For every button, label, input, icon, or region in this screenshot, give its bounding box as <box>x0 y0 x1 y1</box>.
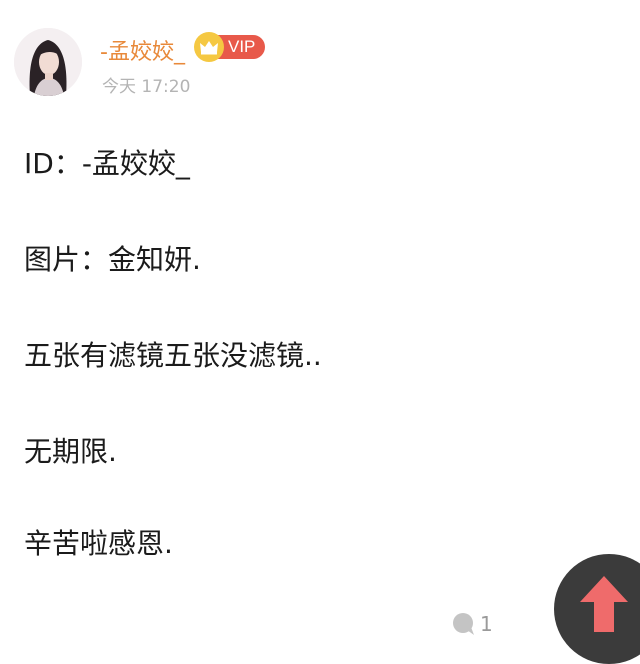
avatar-photo <box>14 28 82 96</box>
post-line-picture: 图片：金知妍. <box>24 243 201 276</box>
avatar[interactable] <box>14 28 82 96</box>
post-header: -孟姣姣_ VIP 今天 17:20 <box>0 0 640 110</box>
comment-bubble-icon <box>453 613 474 635</box>
vip-badge[interactable]: VIP <box>194 32 266 62</box>
post-line-period: 无期限. <box>24 435 117 468</box>
up-arrow-icon <box>580 576 628 632</box>
post-timestamp: 今天 17:20 <box>102 77 191 97</box>
comment-count: 1 <box>480 612 493 636</box>
post-line-filters: 五张有滤镜五张没滤镜.. <box>24 339 322 372</box>
username[interactable]: -孟姣姣_ <box>100 34 185 66</box>
post-line-id: ID：-孟姣姣_ <box>24 147 190 180</box>
crown-icon <box>194 32 224 62</box>
post-line-thanks: 辛苦啦感恩. <box>24 527 173 560</box>
comment-count-button[interactable]: 1 <box>452 612 493 636</box>
scroll-to-top-button[interactable] <box>554 554 640 664</box>
